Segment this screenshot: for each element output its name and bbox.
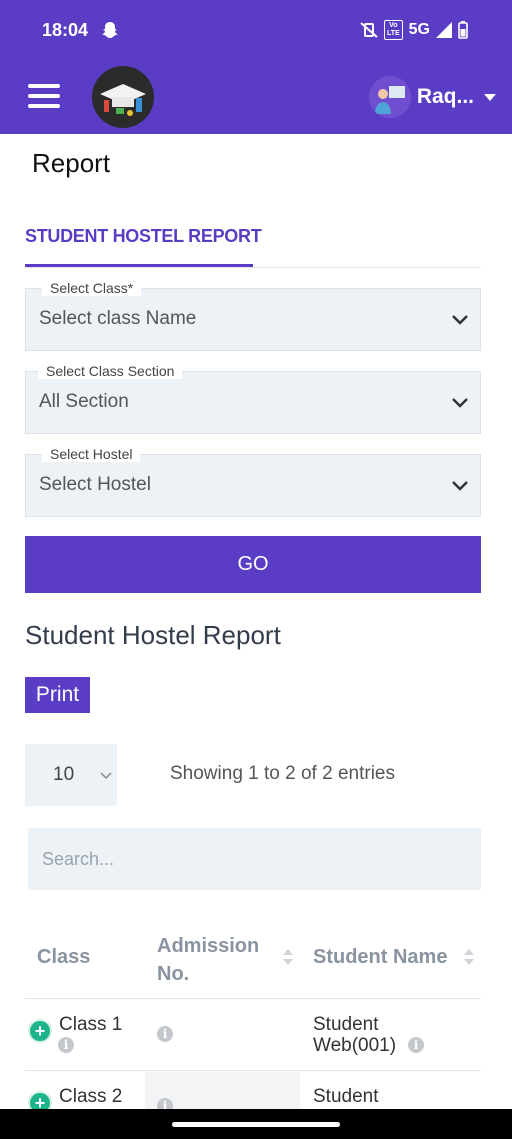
sort-icon[interactable] — [463, 947, 475, 967]
print-button[interactable]: Print — [25, 677, 90, 713]
row2-class: Class 2 — [59, 1086, 123, 1107]
column-header-student-name[interactable]: Student Name — [313, 946, 447, 969]
graduation-cap-logo-icon — [93, 67, 153, 127]
info-icon[interactable]: i — [408, 1037, 424, 1053]
chevron-down-icon — [452, 481, 468, 491]
home-gesture-handle[interactable] — [172, 1122, 340, 1127]
chevron-down-icon — [100, 772, 112, 780]
snapchat-icon — [102, 22, 118, 38]
avatar — [368, 76, 411, 118]
hostel-select-value: Select Hostel — [39, 474, 151, 495]
chevron-down-icon — [452, 315, 468, 325]
sort-icon[interactable] — [282, 947, 294, 967]
entries-info: Showing 1 to 2 of 2 entries — [170, 763, 395, 784]
class-select[interactable]: Select Class* Select class Name — [25, 280, 481, 351]
table-divider — [25, 1070, 481, 1071]
battery-icon — [458, 21, 468, 39]
school-logo[interactable] — [92, 66, 154, 128]
section-select-label: Select Class Section — [38, 363, 183, 379]
tab-student-hostel-report[interactable]: STUDENT HOSTEL REPORT — [25, 226, 262, 247]
page-title: Report — [32, 148, 111, 178]
table-divider — [25, 998, 481, 999]
vibrate-off-icon — [360, 22, 378, 38]
user-name: Raq... — [416, 85, 474, 108]
info-icon[interactable]: i — [58, 1037, 74, 1053]
report-title: Student Hostel Report — [25, 620, 281, 650]
tab-active-indicator — [25, 264, 253, 267]
status-time: 18:04 — [42, 20, 89, 40]
app-header: 18:04 Vo LTE 5G Raq... — [0, 0, 512, 134]
hamburger-menu-icon[interactable] — [28, 84, 60, 108]
info-icon[interactable]: i — [157, 1026, 173, 1042]
section-select-value: All Section — [39, 391, 129, 412]
user-menu[interactable]: Raq... — [368, 76, 496, 118]
row1-class: Class 1 — [59, 1014, 123, 1035]
network-type: 5G — [408, 21, 430, 38]
hostel-select-label: Select Hostel — [42, 446, 141, 462]
column-header-admission-no[interactable]: Admission No. — [157, 932, 277, 988]
section-select[interactable]: Select Class Section All Section — [25, 363, 481, 434]
tab-divider — [25, 267, 481, 268]
status-bar: 18:04 Vo LTE 5G — [0, 0, 512, 60]
signal-icon — [436, 22, 452, 38]
page-size-select[interactable]: 10 — [25, 744, 117, 806]
hostel-select[interactable]: Select Hostel Select Hostel — [25, 446, 481, 517]
page-size-value: 10 — [53, 764, 75, 785]
system-navigation-bar — [0, 1109, 512, 1139]
search-input[interactable] — [28, 828, 481, 890]
volte-icon: Vo LTE — [383, 20, 403, 40]
status-indicators: Vo LTE 5G — [360, 20, 468, 40]
class-select-value: Select class Name — [39, 308, 197, 329]
chevron-down-icon — [452, 398, 468, 408]
row2-student-name: Student — [313, 1086, 379, 1107]
go-button[interactable]: GO — [25, 536, 481, 593]
expand-row-icon[interactable]: + — [28, 1019, 52, 1043]
class-select-label: Select Class* — [42, 280, 142, 296]
column-header-class[interactable]: Class — [37, 946, 90, 969]
caret-down-icon — [484, 93, 496, 101]
row1-student-name: Student Web(001) — [313, 1014, 397, 1056]
